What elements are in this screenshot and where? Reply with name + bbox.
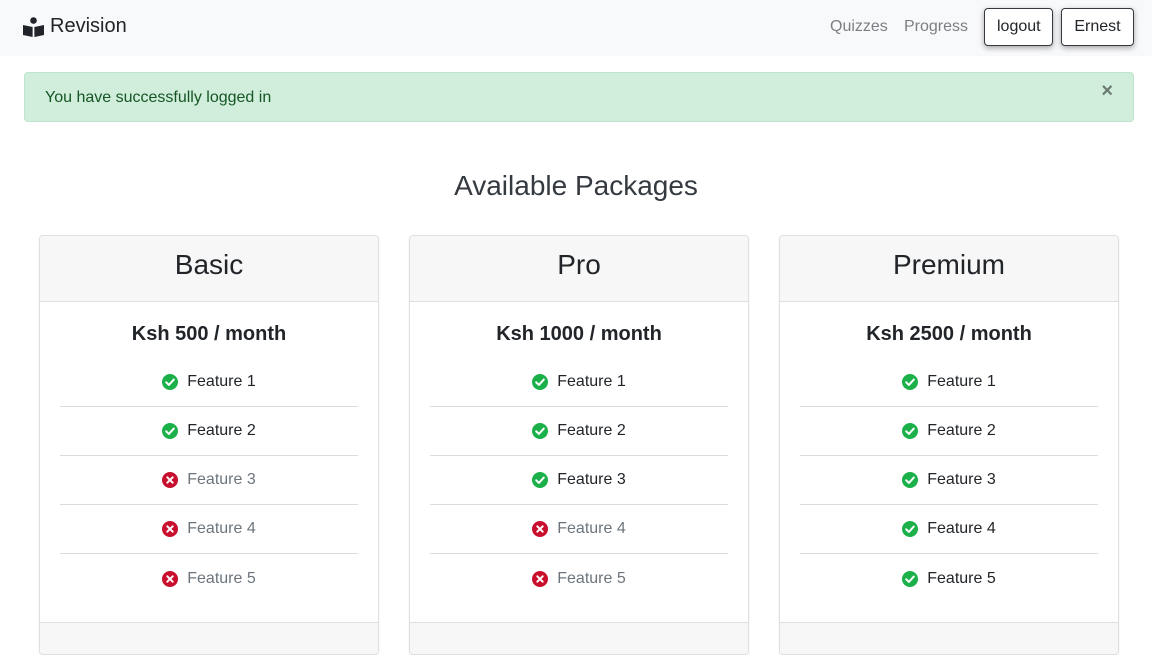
brand-link[interactable]: Revision bbox=[23, 15, 127, 38]
feature-label: Feature 3 bbox=[557, 471, 626, 488]
feature-item: Feature 5 bbox=[430, 554, 728, 603]
check-circle-icon bbox=[162, 374, 179, 390]
feature-label: Feature 3 bbox=[927, 471, 996, 488]
alert-close-button[interactable]: × bbox=[1101, 81, 1113, 101]
x-circle-icon bbox=[532, 570, 549, 587]
package-card-basic: Basic Ksh 500 / month Feature 1 Feature 2 Fe… bbox=[39, 235, 379, 655]
feature-label: Feature 5 bbox=[187, 569, 256, 587]
check-circle-icon bbox=[532, 423, 549, 439]
feature-item: Feature 4 bbox=[430, 505, 728, 554]
card-footer bbox=[40, 622, 378, 654]
package-name: Basic bbox=[40, 236, 378, 302]
reader-icon bbox=[23, 16, 44, 37]
logout-button[interactable]: logout bbox=[984, 8, 1053, 46]
feature-label: Feature 4 bbox=[557, 520, 626, 537]
feature-label: Feature 2 bbox=[187, 422, 256, 439]
feature-list: Feature 1 Feature 2 Feature 3 Feature 4 Feat… bbox=[800, 358, 1098, 603]
x-circle-icon bbox=[162, 472, 179, 488]
feature-item: Feature 3 bbox=[800, 456, 1098, 505]
feature-label: Feature 1 bbox=[927, 373, 996, 390]
feature-label: Feature 1 bbox=[187, 373, 256, 390]
feature-item: Feature 3 bbox=[430, 456, 728, 505]
nav-link-quizzes[interactable]: Quizzes bbox=[830, 18, 888, 36]
check-circle-icon bbox=[902, 521, 919, 537]
alert-message: You have successfully logged in bbox=[45, 89, 272, 106]
check-circle-icon bbox=[532, 374, 549, 390]
card-footer bbox=[780, 622, 1118, 654]
feature-label: Feature 5 bbox=[557, 569, 626, 587]
card-footer bbox=[410, 622, 748, 654]
package-card-pro: Pro Ksh 1000 / month Feature 1 Feature 2 Fea… bbox=[409, 235, 749, 655]
package-price: Ksh 2500 / month bbox=[866, 323, 1032, 345]
x-circle-icon bbox=[162, 521, 179, 537]
navbar: Revision Quizzes Progress logout Ernest bbox=[0, 0, 1152, 56]
brand-name: Revision bbox=[50, 15, 127, 37]
feature-item: Feature 4 bbox=[800, 505, 1098, 554]
package-name: Premium bbox=[780, 236, 1118, 302]
feature-label: Feature 4 bbox=[187, 520, 256, 537]
package-card-premium: Premium Ksh 2500 / month Feature 1 Feature … bbox=[779, 235, 1119, 655]
feature-item: Feature 4 bbox=[60, 505, 358, 554]
check-circle-icon bbox=[902, 570, 919, 587]
feature-item: Feature 3 bbox=[60, 456, 358, 505]
x-circle-icon bbox=[532, 521, 549, 537]
feature-item: Feature 1 bbox=[800, 358, 1098, 407]
feature-label: Feature 2 bbox=[927, 422, 996, 439]
feature-label: Feature 1 bbox=[557, 373, 626, 390]
feature-item: Feature 5 bbox=[60, 554, 358, 603]
page-title: Available Packages bbox=[454, 170, 698, 201]
feature-label: Feature 3 bbox=[187, 471, 256, 488]
feature-label: Feature 4 bbox=[927, 520, 996, 537]
user-button[interactable]: Ernest bbox=[1061, 8, 1134, 46]
feature-item: Feature 5 bbox=[800, 554, 1098, 603]
feature-list: Feature 1 Feature 2 Feature 3 Feature 4 Feat… bbox=[60, 358, 358, 603]
feature-item: Feature 2 bbox=[430, 407, 728, 456]
package-name: Pro bbox=[410, 236, 748, 302]
feature-list: Feature 1 Feature 2 Feature 3 Feature 4 Feat… bbox=[430, 358, 728, 603]
feature-item: Feature 2 bbox=[800, 407, 1098, 456]
package-price: Ksh 500 / month bbox=[131, 323, 287, 345]
check-circle-icon bbox=[902, 423, 919, 439]
nav-link-progress[interactable]: Progress bbox=[904, 18, 968, 36]
check-circle-icon bbox=[162, 423, 179, 439]
feature-label: Feature 2 bbox=[557, 422, 626, 439]
check-circle-icon bbox=[532, 472, 549, 488]
package-price: Ksh 1000 / month bbox=[496, 323, 662, 345]
check-circle-icon bbox=[902, 374, 919, 390]
feature-label: Feature 5 bbox=[927, 569, 996, 587]
feature-item: Feature 2 bbox=[60, 407, 358, 456]
x-circle-icon bbox=[162, 570, 179, 587]
feature-item: Feature 1 bbox=[430, 358, 728, 407]
check-circle-icon bbox=[902, 472, 919, 488]
feature-item: Feature 1 bbox=[60, 358, 358, 407]
success-alert: You have successfully logged in × bbox=[24, 72, 1134, 122]
